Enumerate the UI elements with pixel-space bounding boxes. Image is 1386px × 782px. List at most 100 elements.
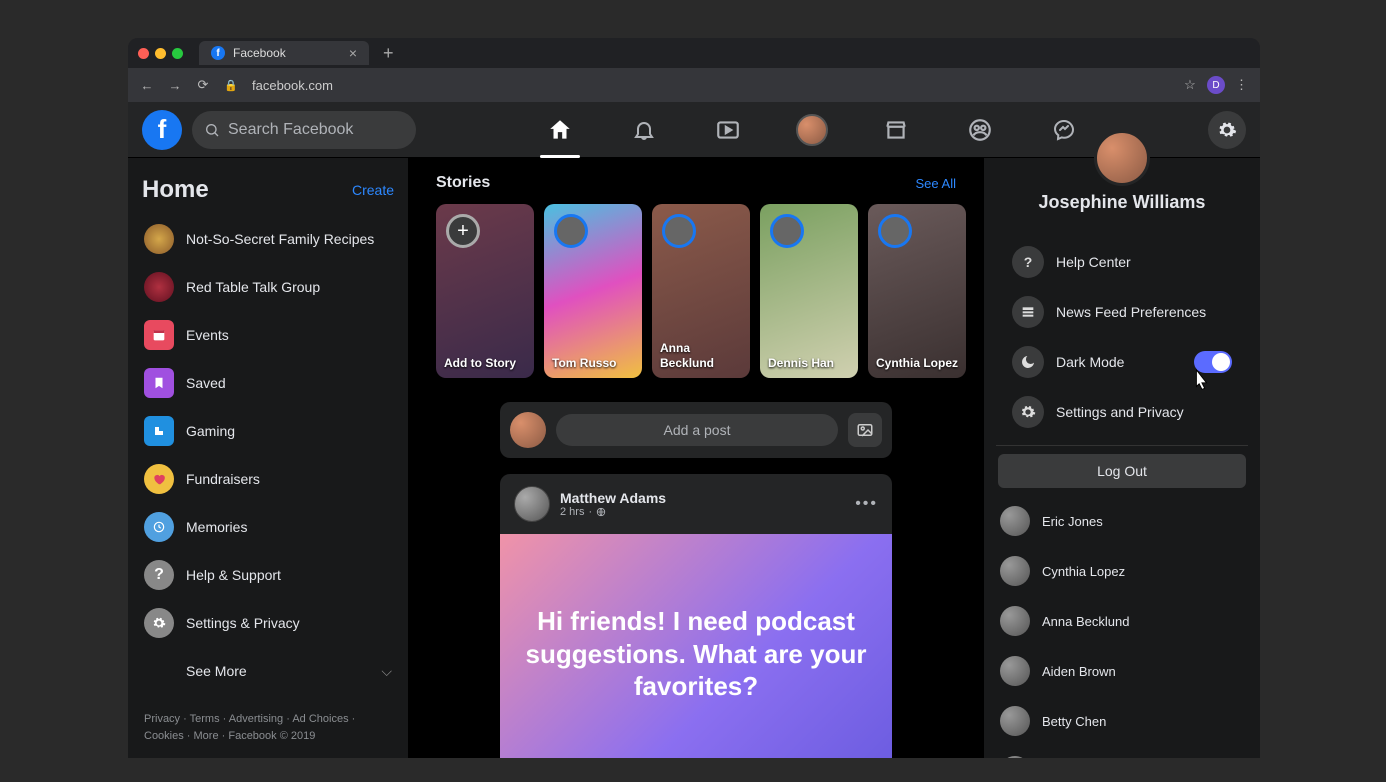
marketplace-icon xyxy=(883,117,909,143)
contacts-list: Eric Jones Cynthia Lopez Anna Becklund A… xyxy=(984,496,1260,758)
gear-icon xyxy=(1217,120,1237,140)
story-item[interactable]: Dennis Han xyxy=(760,204,858,378)
window-controls xyxy=(138,48,183,59)
chevron-down-icon: ⌵ xyxy=(381,663,392,680)
left-nav: Not-So-Secret Family Recipes Red Table T… xyxy=(138,216,398,694)
account-menu: ? Help Center News Feed Preferences Dark… xyxy=(996,223,1248,446)
profile-name[interactable]: Josephine Williams xyxy=(984,192,1260,213)
back-icon[interactable]: ← xyxy=(140,78,154,93)
contact-item[interactable]: Anna Becklund xyxy=(998,600,1246,642)
menu-label: News Feed Preferences xyxy=(1056,304,1206,320)
fundraisers-icon xyxy=(144,464,174,494)
sidebar-item-gaming[interactable]: Gaming xyxy=(138,408,398,454)
nav-groups[interactable] xyxy=(960,102,1000,158)
forward-icon[interactable]: → xyxy=(168,78,182,93)
avatar-icon xyxy=(1000,706,1030,736)
sidebar-item-events[interactable]: Events xyxy=(138,312,398,358)
sidebar-item-label: Not-So-Secret Family Recipes xyxy=(186,231,374,247)
content-area: Home Create Not-So-Secret Family Recipes… xyxy=(128,158,1260,758)
browser-tab[interactable]: f Facebook × xyxy=(199,41,369,65)
contact-item[interactable]: Dan Brown xyxy=(998,750,1246,758)
browser-profile-chip[interactable]: D xyxy=(1207,76,1225,94)
nav-watch[interactable] xyxy=(708,102,748,158)
globe-icon xyxy=(596,507,606,517)
lock-icon: 🔒 xyxy=(224,79,238,92)
contact-item[interactable]: Cynthia Lopez xyxy=(998,550,1246,592)
reload-icon[interactable]: ⟳ xyxy=(196,77,210,93)
sidebar-item-fundraisers[interactable]: Fundraisers xyxy=(138,456,398,502)
avatar-icon xyxy=(1000,606,1030,636)
composer-photo-button[interactable] xyxy=(848,413,882,447)
sidebar-item-label: See More xyxy=(186,663,247,679)
feed-post: Matthew Adams 2 hrs · ••• Hi friends! I … xyxy=(500,474,892,758)
sidebar-item-help[interactable]: ? Help & Support xyxy=(138,552,398,598)
facebook-topnav: f Search Facebook xyxy=(128,102,1260,158)
menu-newsfeed-prefs[interactable]: News Feed Preferences xyxy=(1010,287,1234,337)
maximize-window-icon[interactable] xyxy=(172,48,183,59)
menu-settings-privacy[interactable]: Settings and Privacy xyxy=(1010,387,1234,437)
story-label: Dennis Han xyxy=(768,356,850,370)
new-tab-button[interactable]: + xyxy=(377,43,400,64)
contact-name: Cynthia Lopez xyxy=(1042,564,1125,579)
story-avatar-icon xyxy=(878,214,912,248)
story-item[interactable]: Anna Becklund xyxy=(652,204,750,378)
contact-item[interactable]: Aiden Brown xyxy=(998,650,1246,692)
nav-notifications[interactable] xyxy=(624,102,664,158)
sidebar-item-recipes[interactable]: Not-So-Secret Family Recipes xyxy=(138,216,398,262)
nav-messenger[interactable] xyxy=(1044,102,1084,158)
minimize-window-icon[interactable] xyxy=(155,48,166,59)
story-avatar-icon xyxy=(770,214,804,248)
close-tab-icon[interactable]: × xyxy=(349,45,357,61)
story-item[interactable]: Cynthia Lopez xyxy=(868,204,966,378)
menu-label: Dark Mode xyxy=(1056,354,1124,370)
user-avatar-icon xyxy=(510,412,546,448)
sidebar-item-settings[interactable]: Settings & Privacy xyxy=(138,600,398,646)
close-window-icon[interactable] xyxy=(138,48,149,59)
browser-menu-icon[interactable]: ⋮ xyxy=(1235,77,1248,93)
bell-icon xyxy=(632,118,656,142)
menu-help-center[interactable]: ? Help Center xyxy=(1010,237,1234,287)
sidebar-item-redtable[interactable]: Red Table Talk Group xyxy=(138,264,398,310)
search-icon xyxy=(204,122,220,138)
browser-window: f Facebook × + ← → ⟳ 🔒 facebook.com ☆ D … xyxy=(128,38,1260,758)
post-author-avatar-icon[interactable] xyxy=(514,486,550,522)
contact-item[interactable]: Eric Jones xyxy=(998,500,1246,542)
story-label: Add to Story xyxy=(444,356,526,370)
tab-title: Facebook xyxy=(233,46,286,60)
profile-photo-icon[interactable] xyxy=(1094,130,1150,186)
nav-marketplace[interactable] xyxy=(876,102,916,158)
post-author-name[interactable]: Matthew Adams xyxy=(560,490,666,506)
group-thumb-icon xyxy=(144,224,174,254)
stories-seeall[interactable]: See All xyxy=(916,176,956,191)
sidebar-item-memories[interactable]: Memories xyxy=(138,504,398,550)
help-icon: ? xyxy=(144,560,174,590)
topnav-center xyxy=(426,102,1198,158)
sidebar-item-label: Fundraisers xyxy=(186,471,260,487)
seemore-icon xyxy=(144,656,174,686)
nav-home[interactable] xyxy=(540,102,580,158)
dark-mode-toggle[interactable] xyxy=(1194,351,1232,373)
composer-input[interactable]: Add a post xyxy=(556,414,838,446)
bookmark-icon[interactable]: ☆ xyxy=(1183,77,1197,93)
sidebar-item-saved[interactable]: Saved xyxy=(138,360,398,406)
search-input[interactable]: Search Facebook xyxy=(192,111,416,149)
facebook-logo-icon[interactable]: f xyxy=(142,110,182,150)
sidebar-item-label: Settings & Privacy xyxy=(186,615,300,631)
logout-button[interactable]: Log Out xyxy=(998,454,1246,488)
contact-item[interactable]: Betty Chen xyxy=(998,700,1246,742)
sidebar-item-seemore[interactable]: See More ⌵ xyxy=(138,648,398,694)
story-avatar-icon xyxy=(662,214,696,248)
story-item[interactable]: Tom Russo xyxy=(544,204,642,378)
nav-profile[interactable] xyxy=(792,102,832,158)
avatar-icon xyxy=(1000,506,1030,536)
post-message: Hi friends! I need podcast suggestions. … xyxy=(524,605,868,703)
menu-dark-mode[interactable]: Dark Mode xyxy=(1010,337,1234,387)
story-add[interactable]: + Add to Story xyxy=(436,204,534,378)
footer-links[interactable]: Privacy · Terms · Advertising · Ad Choic… xyxy=(138,705,398,750)
url-text[interactable]: facebook.com xyxy=(252,78,333,93)
sidebar-item-label: Gaming xyxy=(186,423,235,439)
create-link[interactable]: Create xyxy=(352,182,394,198)
post-more-icon[interactable]: ••• xyxy=(855,495,878,513)
settings-button[interactable] xyxy=(1208,111,1246,149)
saved-icon xyxy=(144,368,174,398)
